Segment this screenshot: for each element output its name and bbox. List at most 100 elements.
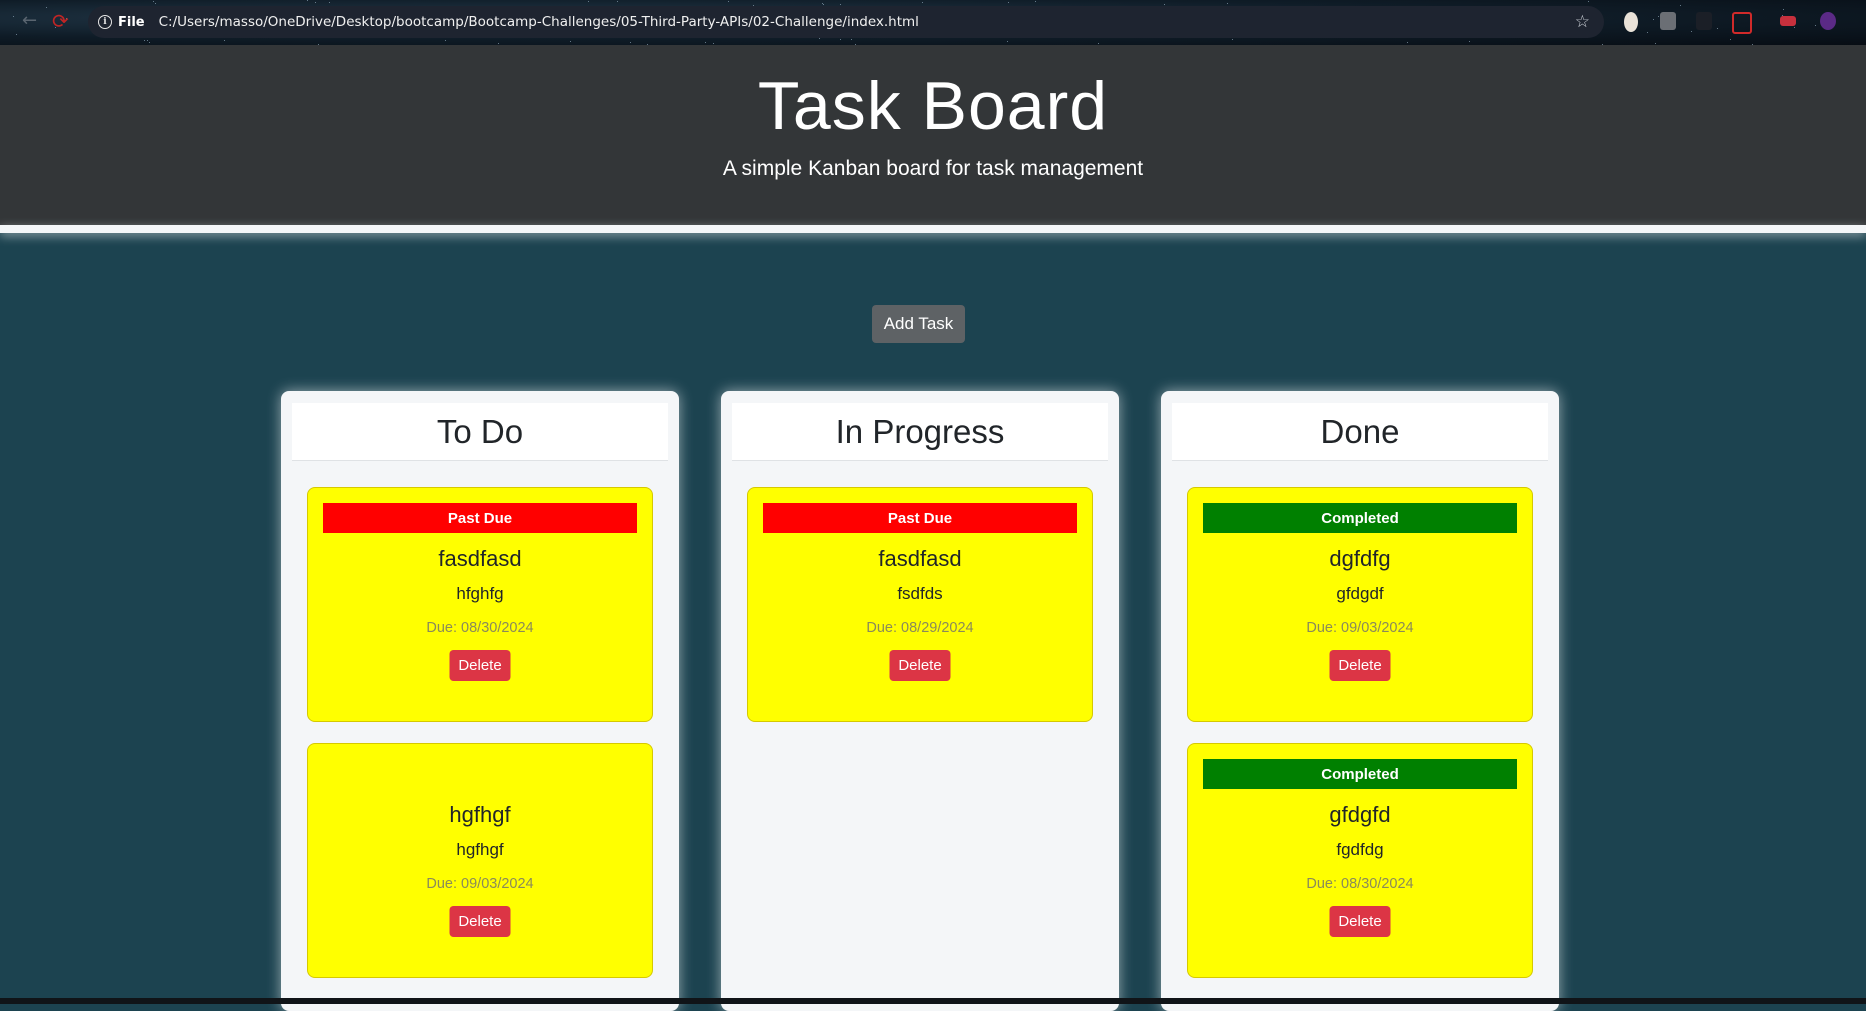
background-star bbox=[153, 1, 154, 2]
background-star bbox=[823, 4, 824, 5]
background-star bbox=[922, 2, 923, 3]
bookmark-star-icon[interactable]: ☆ bbox=[1575, 12, 1590, 32]
background-star bbox=[1469, 41, 1470, 42]
page-header: Task Board A simple Kanban board for tas… bbox=[0, 45, 1866, 225]
extension-icon[interactable] bbox=[1696, 12, 1712, 30]
delete-button[interactable]: Delete bbox=[450, 650, 511, 681]
task-title: fasdfasd bbox=[308, 546, 652, 572]
background-star bbox=[1407, 42, 1408, 43]
status-badge: Completed bbox=[1203, 503, 1517, 533]
task-description: fgdfdg bbox=[1188, 840, 1532, 860]
background-star bbox=[498, 43, 499, 44]
info-icon: i bbox=[98, 15, 112, 29]
background-star bbox=[728, 1, 729, 2]
extension-icon[interactable] bbox=[1780, 16, 1796, 26]
back-icon[interactable]: ← bbox=[22, 10, 37, 31]
background-star bbox=[46, 7, 47, 8]
task-due-date: Due: 08/30/2024 bbox=[1188, 876, 1532, 892]
site-info-chip[interactable]: i File bbox=[98, 15, 145, 30]
background-star bbox=[713, 43, 714, 44]
background-star bbox=[1680, 5, 1681, 6]
background-star bbox=[1588, 1, 1589, 2]
status-badge: Completed bbox=[1203, 759, 1517, 789]
background-star bbox=[1232, 39, 1233, 40]
background-star bbox=[588, 1, 589, 2]
lane-title: To Do bbox=[292, 403, 668, 461]
task-description: hgfhgf bbox=[308, 840, 652, 860]
background-star bbox=[1783, 9, 1784, 10]
background-star bbox=[1008, 2, 1009, 3]
lane-in-progress: In Progress Past Due fasdfasd fsdfds Due… bbox=[721, 391, 1119, 1011]
header-divider bbox=[0, 225, 1866, 233]
task-card[interactable]: Past Due fasdfasd fsdfds Due: 08/29/2024… bbox=[747, 487, 1093, 722]
background-star bbox=[1653, 19, 1654, 20]
task-due-date: Due: 08/29/2024 bbox=[748, 620, 1092, 636]
background-star bbox=[445, 40, 446, 41]
status-badge: Past Due bbox=[323, 503, 637, 533]
extension-icon[interactable] bbox=[1732, 12, 1752, 34]
taskbar-edge bbox=[0, 998, 1866, 1004]
task-description: hfghfg bbox=[308, 584, 652, 604]
file-label: File bbox=[118, 15, 145, 30]
background-star bbox=[570, 41, 571, 42]
background-star bbox=[1007, 41, 1008, 42]
background-star bbox=[1164, 4, 1165, 5]
background-star bbox=[13, 16, 14, 17]
task-due-date: Due: 08/30/2024 bbox=[308, 620, 652, 636]
background-star bbox=[307, 0, 308, 1]
page-subtitle: A simple Kanban board for task managemen… bbox=[0, 157, 1866, 181]
background-star bbox=[1717, 28, 1718, 29]
lane-title: In Progress bbox=[732, 403, 1108, 461]
lane-title: Done bbox=[1172, 403, 1548, 461]
background-star bbox=[851, 39, 852, 40]
task-description: fsdfds bbox=[748, 584, 1092, 604]
task-due-date: Due: 09/03/2024 bbox=[308, 876, 652, 892]
background-star bbox=[840, 4, 841, 5]
task-title: hgfhgf bbox=[308, 802, 652, 828]
profile-avatar-icon[interactable] bbox=[1820, 12, 1836, 30]
background-star bbox=[1227, 3, 1228, 4]
lane-todo: To Do Past Due fasdfasd hfghfg Due: 08/3… bbox=[281, 391, 679, 1011]
background-star bbox=[1035, 1, 1036, 2]
extension-icon[interactable] bbox=[1624, 12, 1638, 32]
background-star bbox=[705, 42, 706, 43]
background-star bbox=[1730, 39, 1731, 40]
background-star bbox=[822, 3, 823, 4]
background-star bbox=[147, 40, 148, 41]
task-description: gfdgdf bbox=[1188, 584, 1532, 604]
reload-icon[interactable]: ⟳ bbox=[52, 9, 69, 33]
background-star bbox=[329, 2, 330, 3]
background-star bbox=[630, 42, 631, 43]
background-star bbox=[840, 39, 841, 40]
task-card[interactable]: Completed dgfdfg gfdgdf Due: 09/03/2024 … bbox=[1187, 487, 1533, 722]
background-star bbox=[617, 1, 618, 2]
task-card[interactable]: hgfhgf hgfhgf Due: 09/03/2024 Delete bbox=[307, 743, 653, 978]
background-star bbox=[155, 3, 156, 4]
background-star bbox=[1691, 31, 1692, 32]
background-star bbox=[1658, 16, 1659, 17]
background-star bbox=[315, 2, 316, 3]
background-star bbox=[1655, 43, 1656, 44]
delete-button[interactable]: Delete bbox=[890, 650, 951, 681]
delete-button[interactable]: Delete bbox=[450, 906, 511, 937]
background-star bbox=[16, 34, 17, 35]
page-title: Task Board bbox=[0, 67, 1866, 145]
delete-button[interactable]: Delete bbox=[1330, 906, 1391, 937]
background-star bbox=[1815, 25, 1816, 26]
background-star bbox=[149, 42, 150, 43]
add-task-button[interactable]: Add Task bbox=[872, 305, 965, 343]
task-title: dgfdfg bbox=[1188, 546, 1532, 572]
browser-toolbar: ← ⟳ i File C:/Users/masso/OneDrive/Deskt… bbox=[0, 0, 1866, 45]
background-star bbox=[1647, 32, 1648, 33]
background-star bbox=[224, 40, 225, 41]
status-badge: Past Due bbox=[763, 503, 1077, 533]
task-card[interactable]: Completed gfdgfd fgdfdg Due: 08/30/2024 … bbox=[1187, 743, 1533, 978]
extension-icon[interactable] bbox=[1660, 12, 1676, 30]
delete-button[interactable]: Delete bbox=[1330, 650, 1391, 681]
task-card[interactable]: Past Due fasdfasd hfghfg Due: 08/30/2024… bbox=[307, 487, 653, 722]
url-text[interactable]: C:/Users/masso/OneDrive/Desktop/bootcamp… bbox=[159, 14, 919, 30]
background-star bbox=[144, 40, 145, 41]
address-bar[interactable]: i File C:/Users/masso/OneDrive/Desktop/b… bbox=[88, 6, 1604, 38]
task-title: gfdgfd bbox=[1188, 802, 1532, 828]
background-star bbox=[1794, 27, 1795, 28]
